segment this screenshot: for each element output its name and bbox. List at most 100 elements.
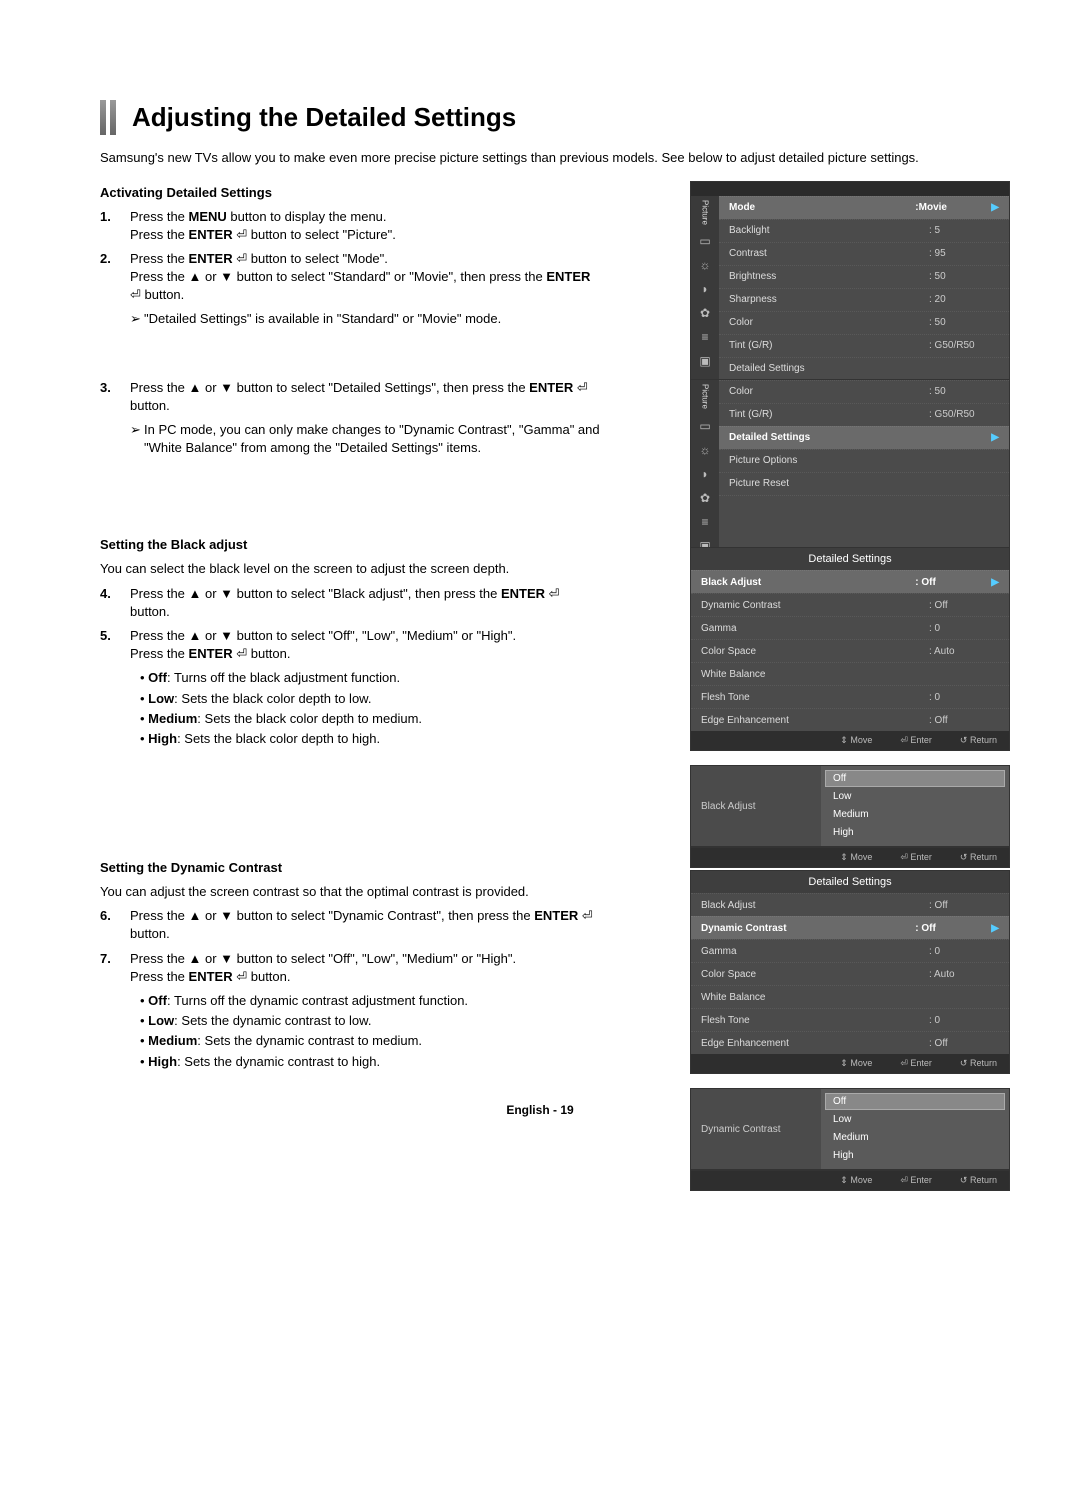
- enter-icon: ⏎: [236, 251, 247, 266]
- enter-icon: ⏎: [900, 735, 908, 745]
- osd-nav: ⇕ Move ⏎ Enter ↺ Return: [691, 731, 1009, 750]
- osd-row[interactable]: Picture Options: [719, 449, 1009, 472]
- antenna-icon: ≡: [701, 515, 708, 529]
- osd-row[interactable]: Brightness: 50: [719, 265, 1009, 288]
- chevron-right-icon: ▶: [991, 202, 999, 213]
- opt-medium: Medium: Sets the dynamic contrast to med…: [140, 1032, 600, 1050]
- updown-icon: ⇕: [840, 735, 848, 745]
- osd-detailed-settings-black: Detailed Settings Black Adjust: Off▶ Dyn…: [690, 547, 1010, 882]
- section-dynamic-contrast: Detailed Settings Black Adjust: Off Dyna…: [100, 860, 980, 1073]
- chevron-right-icon: ▶: [991, 577, 999, 588]
- osd-row-detailed-settings[interactable]: Detailed Settings▶: [719, 426, 1009, 449]
- enter-icon: ⏎: [236, 227, 247, 242]
- osd-row[interactable]: White Balance: [691, 662, 1009, 685]
- osd-detailed-settings-dynamic: Detailed Settings Black Adjust: Off Dyna…: [690, 870, 1010, 1205]
- osd-row[interactable]: Sharpness: 20: [719, 288, 1009, 311]
- osd-row[interactable]: Contrast: 95: [719, 242, 1009, 265]
- popup-option[interactable]: Medium: [825, 1129, 1005, 1146]
- gear-icon: ✿: [700, 306, 710, 320]
- osd-title: Detailed Settings: [691, 548, 1009, 570]
- gear-icon: ✿: [700, 491, 710, 505]
- osd-row[interactable]: Black Adjust: Off: [691, 893, 1009, 916]
- chevron-right-icon: ▶: [991, 923, 999, 934]
- display-icon: ▭: [699, 419, 710, 433]
- updown-icon: ⇕: [840, 1058, 848, 1068]
- step-2: 2. Press the ENTER ⏎ button to select "M…: [100, 250, 600, 305]
- osd-row-mode[interactable]: Mode :Movie ▶: [719, 196, 1009, 219]
- popup-option[interactable]: Off: [825, 770, 1005, 787]
- enter-icon: ⏎: [577, 380, 588, 395]
- osd-row[interactable]: Color: 50: [719, 380, 1009, 403]
- osd-row[interactable]: Color Space: Auto: [691, 639, 1009, 662]
- osd-row[interactable]: Backlight: 5: [719, 219, 1009, 242]
- osd-tab-picture: Picture: [701, 200, 710, 225]
- chevron-right-icon: ▶: [991, 432, 999, 443]
- antenna-icon: ≡: [701, 330, 708, 344]
- section-step3: Picture ▭ ☼ ◗ ✿ ≡ ▣ Color: 50 Tint (G/R)…: [100, 379, 980, 458]
- enter-icon: ⏎: [236, 646, 247, 661]
- enter-icon: ⏎: [900, 1058, 908, 1068]
- opt-low: Low: Sets the dynamic contrast to low.: [140, 1012, 600, 1030]
- sun-icon: ☼: [700, 258, 711, 272]
- osd-nav: ⇕ Move ⏎ Enter ↺ Return: [690, 1170, 1010, 1191]
- osd-row[interactable]: Flesh Tone: 0: [691, 685, 1009, 708]
- opt-off: Off: Turns off the dynamic contrast adju…: [140, 992, 600, 1010]
- popup-option[interactable]: Low: [825, 788, 1005, 805]
- lead-dynamic: You can adjust the screen contrast so th…: [100, 883, 600, 901]
- osd-row[interactable]: Gamma: 0: [691, 939, 1009, 962]
- osd-row[interactable]: Gamma: 0: [691, 616, 1009, 639]
- popup-option[interactable]: High: [825, 824, 1005, 841]
- page-title-bar: Adjusting the Detailed Settings: [100, 100, 980, 135]
- osd-nav: ⇕ Move ⏎ Enter ↺ Return: [691, 1054, 1009, 1073]
- step-7: 7. Press the ▲ or ▼ button to select "Of…: [100, 950, 600, 1073]
- speaker-icon: ◗: [701, 467, 708, 481]
- opt-high: High: Sets the black color depth to high…: [140, 730, 600, 748]
- osd-row[interactable]: Color: 50: [719, 311, 1009, 334]
- speaker-icon: ◗: [701, 282, 708, 296]
- opt-off: Off: Turns off the black adjustment func…: [140, 669, 600, 687]
- step-2-note: "Detailed Settings" is available in "Sta…: [130, 310, 600, 328]
- step-1: 1. Press the MENU button to display the …: [100, 208, 600, 244]
- step-3-note: In PC mode, you can only make changes to…: [130, 421, 600, 457]
- popup-option[interactable]: Off: [825, 1093, 1005, 1110]
- step-5: 5. Press the ▲ or ▼ button to select "Of…: [100, 627, 600, 750]
- step-6: 6. Press the ▲ or ▼ button to select "Dy…: [100, 907, 600, 943]
- popup-option[interactable]: Low: [825, 1111, 1005, 1128]
- updown-icon: ⇕: [840, 1175, 848, 1185]
- enter-icon: ⏎: [900, 1175, 908, 1185]
- osd-tab-picture: Picture: [701, 384, 710, 409]
- intro-text: Samsung's new TVs allow you to make even…: [100, 149, 980, 167]
- osd-row[interactable]: Edge Enhancement: Off: [691, 1031, 1009, 1054]
- lead-black: You can select the black level on the sc…: [100, 560, 600, 578]
- osd-row[interactable]: Color Space: Auto: [691, 962, 1009, 985]
- osd-row[interactable]: Tint (G/R): G50/R50: [719, 334, 1009, 357]
- step-4: 4. Press the ▲ or ▼ button to select "Bl…: [100, 585, 600, 621]
- osd-row-dynamic-contrast[interactable]: Dynamic Contrast: Off▶: [691, 916, 1009, 939]
- osd-row-black-adjust[interactable]: Black Adjust: Off▶: [691, 570, 1009, 593]
- opt-high: High: Sets the dynamic contrast to high.: [140, 1053, 600, 1071]
- section-black-adjust: Detailed Settings Black Adjust: Off▶ Dyn…: [100, 537, 980, 750]
- page-title: Adjusting the Detailed Settings: [132, 100, 516, 135]
- enter-icon: ⏎: [130, 287, 141, 302]
- popup-option[interactable]: Medium: [825, 806, 1005, 823]
- osd-popup-dynamic-contrast: Dynamic Contrast Off Low Medium High: [690, 1088, 1010, 1170]
- enter-icon: ⏎: [236, 969, 247, 984]
- osd-picture-menu-mode: Picture ▭ ☼ ◗ ✿ ≡ ▣ Mode :Movie ▶: [690, 181, 1010, 395]
- osd-row[interactable]: Tint (G/R): G50/R50: [719, 403, 1009, 426]
- osd-row[interactable]: Edge Enhancement: Off: [691, 708, 1009, 731]
- osd-row[interactable]: Detailed Settings: [719, 357, 1009, 380]
- section-activating: Activating Detailed Settings Picture ▭ ☼…: [100, 185, 980, 329]
- osd-row[interactable]: Flesh Tone: 0: [691, 1008, 1009, 1031]
- osd-row[interactable]: White Balance: [691, 985, 1009, 1008]
- osd-popup-black-adjust: Black Adjust Off Low Medium High: [690, 765, 1010, 847]
- osd-row[interactable]: Picture Reset: [719, 472, 1009, 495]
- return-icon: ↺: [960, 735, 968, 745]
- enter-icon: ⏎: [582, 908, 593, 923]
- return-icon: ↺: [960, 1175, 968, 1185]
- return-icon: ↺: [960, 1058, 968, 1068]
- osd-row[interactable]: Dynamic Contrast: Off: [691, 593, 1009, 616]
- display-icon: ▭: [699, 234, 710, 248]
- step-3: 3. Press the ▲ or ▼ button to select "De…: [100, 379, 600, 415]
- popup-option[interactable]: High: [825, 1147, 1005, 1164]
- osd-title: Detailed Settings: [691, 871, 1009, 893]
